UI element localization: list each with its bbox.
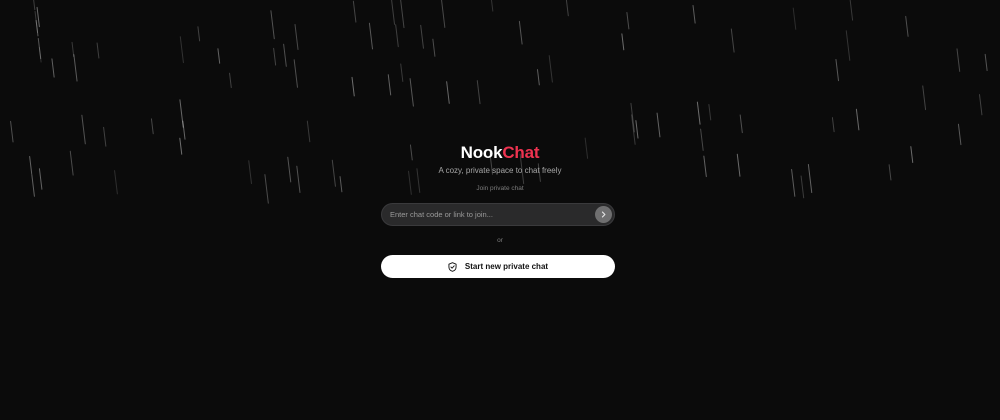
start-private-chat-label: Start new private chat [464, 262, 549, 271]
join-section-label: Join private chat [476, 185, 524, 192]
chevron-right-icon [601, 211, 606, 218]
logo-text-chat: Chat [502, 143, 540, 162]
shield-icon [448, 261, 457, 272]
join-chat-field [381, 203, 615, 226]
start-private-chat-button[interactable]: Start new private chat [381, 255, 615, 278]
app-root: NookChat A cozy, private space to chat f… [0, 0, 1000, 420]
chat-code-input[interactable] [390, 204, 590, 225]
app-logo: NookChat [0, 142, 1000, 164]
app-tagline: A cozy, private space to chat freely [438, 166, 562, 175]
landing-panel: NookChat A cozy, private space to chat f… [0, 0, 1000, 420]
or-divider: or [497, 237, 503, 244]
logo-text-nook: Nook [460, 143, 503, 162]
join-submit-button[interactable] [595, 206, 612, 223]
